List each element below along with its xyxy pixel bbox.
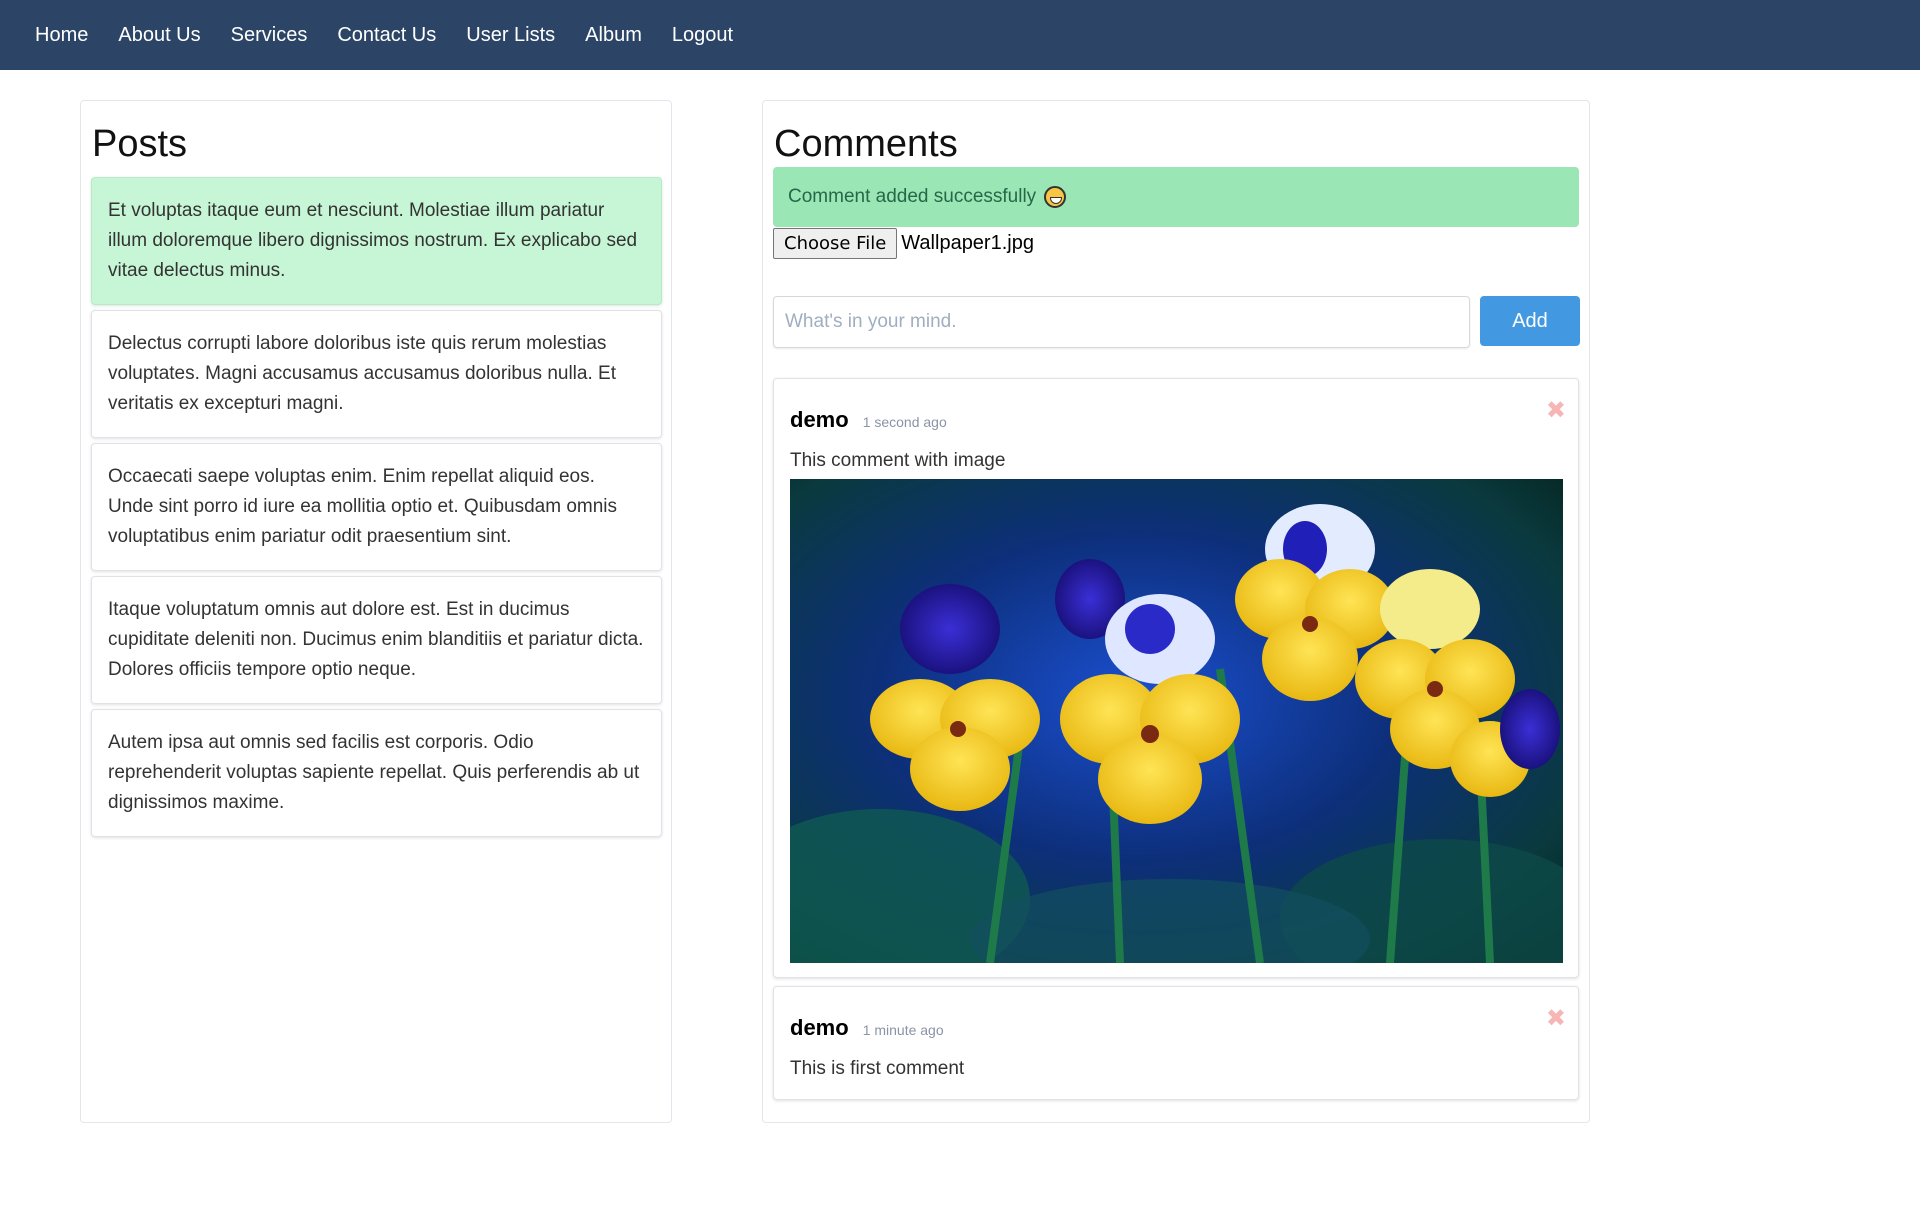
nav-services-link[interactable]: Services — [231, 24, 308, 47]
nav-about-link[interactable]: About Us — [118, 24, 200, 47]
post-item[interactable]: Occaecati saepe voluptas enim. Enim repe… — [91, 443, 662, 571]
comment-text: This is first comment — [790, 1058, 965, 1079]
comment-header: demo 1 second ago — [790, 407, 947, 433]
add-comment-button[interactable]: Add — [1480, 296, 1580, 346]
comment-author: demo — [790, 407, 849, 432]
post-item[interactable]: Autem ipsa aut omnis sed facilis est cor… — [91, 709, 662, 837]
alert-message: Comment added successfully — [788, 186, 1037, 207]
post-item[interactable]: Delectus corrupti labore doloribus iste … — [91, 310, 662, 438]
posts-panel: Posts Et voluptas itaque eum et nesciunt… — [80, 100, 672, 1123]
selected-file-name: Wallpaper1.jpg — [901, 232, 1034, 254]
comment-input[interactable] — [773, 296, 1470, 348]
delete-comment-icon[interactable]: ✖ — [1546, 399, 1566, 423]
comment-text: This comment with image — [790, 450, 1006, 471]
comments-panel: Comments Comment added successfully Choo… — [762, 100, 1590, 1123]
nav-contact-link[interactable]: Contact Us — [337, 24, 436, 47]
posts-title: Posts — [92, 123, 188, 165]
file-upload: Choose File Wallpaper1.jpg — [773, 228, 1034, 259]
nav-album-link[interactable]: Album — [585, 24, 642, 47]
post-item[interactable]: Itaque voluptatum omnis aut dolore est. … — [91, 576, 662, 704]
comment-attached-image — [790, 479, 1563, 963]
top-navbar: Home About Us Services Contact Us User L… — [0, 0, 1920, 70]
comment-time: 1 minute ago — [862, 1022, 944, 1038]
grinning-emoji-icon — [1044, 186, 1067, 208]
comment-author: demo — [790, 1015, 849, 1040]
comment-header: demo 1 minute ago — [790, 1015, 944, 1041]
comment-card: demo 1 minute ago ✖ This is first commen… — [773, 986, 1579, 1100]
delete-comment-icon[interactable]: ✖ — [1546, 1007, 1566, 1031]
choose-file-button[interactable]: Choose File — [773, 228, 898, 259]
post-item-active[interactable]: Et voluptas itaque eum et nesciunt. Mole… — [91, 177, 662, 305]
comment-time: 1 second ago — [862, 414, 947, 430]
comment-card: demo 1 second ago ✖ This comment with im… — [773, 378, 1579, 978]
nav-home-link[interactable]: Home — [35, 24, 88, 47]
success-alert: Comment added successfully — [773, 167, 1579, 227]
nav-user-lists-link[interactable]: User Lists — [466, 24, 555, 47]
comments-title: Comments — [774, 123, 958, 165]
nav-logout-link[interactable]: Logout — [672, 24, 733, 47]
